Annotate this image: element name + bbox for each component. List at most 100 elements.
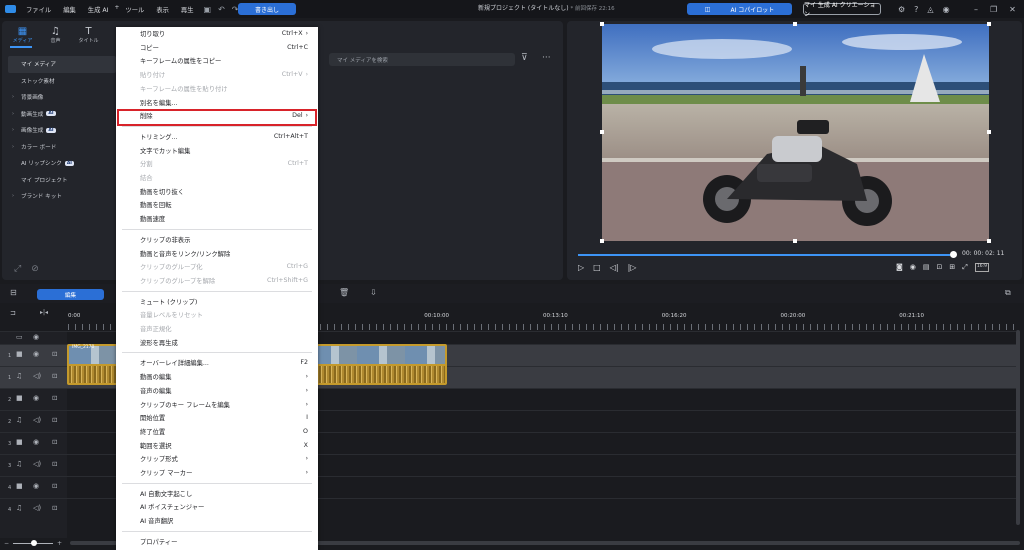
zoom-out-icon[interactable]: −: [4, 540, 9, 547]
resize-handle[interactable]: [600, 239, 604, 243]
delete-icon[interactable]: 🗑︎: [339, 288, 349, 297]
search-input[interactable]: マイ メディアを検索: [329, 53, 515, 66]
subtitle-icon[interactable]: ▤: [923, 263, 930, 272]
speaker-icon[interactable]: ◁): [33, 460, 41, 468]
lock-icon[interactable]: ⊡: [52, 438, 57, 446]
sidebar-item[interactable]: ストック素材: [8, 73, 116, 90]
menu-item[interactable]: 表示: [150, 5, 175, 14]
timeline-settings-icon[interactable]: ⊟: [10, 288, 17, 297]
sidebar-item[interactable]: マイ プロジェクト: [8, 172, 116, 189]
account-icon[interactable]: ◉: [943, 5, 950, 14]
restore-icon[interactable]: ❐: [990, 5, 997, 14]
preview-scrubber[interactable]: [578, 254, 954, 256]
context-menu-item[interactable]: プロパティー: [116, 535, 318, 548]
context-menu-item[interactable]: 別名を編集...: [116, 96, 318, 109]
expand-arrow-icon[interactable]: ›: [12, 144, 21, 150]
context-menu-item[interactable]: 動画の編集 ›: [116, 370, 318, 383]
tab-folder[interactable]: ▦ メディア: [6, 23, 39, 47]
context-menu-item[interactable]: 動画を回転: [116, 198, 318, 211]
save-icon[interactable]: ▣: [204, 5, 212, 14]
zoom-in-icon[interactable]: +: [57, 540, 62, 547]
scrubber-knob[interactable]: [950, 251, 957, 258]
context-menu-item[interactable]: 動画を切り抜く: [116, 185, 318, 198]
resize-handle[interactable]: [987, 22, 991, 26]
sidebar-item[interactable]: › ブランド キット: [8, 188, 116, 205]
eye-icon[interactable]: ◉: [33, 482, 39, 490]
export-button[interactable]: 書き出し: [238, 3, 296, 15]
context-menu-item[interactable]: コピー Ctrl+C: [116, 41, 318, 54]
eye-icon[interactable]: ◉: [33, 394, 39, 402]
fit-timeline-icon[interactable]: ▸|◂: [40, 309, 48, 316]
resize-handle[interactable]: [793, 239, 797, 243]
expand-arrow-icon[interactable]: ›: [12, 111, 21, 117]
export-frame-icon[interactable]: ⇩: [370, 288, 377, 297]
stop-icon[interactable]: □: [593, 263, 601, 272]
timeline-layout-icon[interactable]: ⧉: [1005, 288, 1011, 298]
filter-icon[interactable]: ⊽: [521, 53, 528, 63]
help-icon[interactable]: ?: [914, 5, 918, 14]
snapshot-icon[interactable]: ◙: [896, 263, 903, 272]
speaker-icon[interactable]: ◁): [33, 372, 41, 380]
minimize-icon[interactable]: –: [974, 5, 978, 14]
lock-icon[interactable]: ⊡: [52, 504, 57, 512]
undo-icon[interactable]: ↶: [218, 5, 225, 14]
remove-icon[interactable]: ⊘: [31, 264, 39, 274]
resize-handle[interactable]: [600, 22, 604, 26]
context-menu-item[interactable]: トリミング... Ctrl+Alt+T: [116, 130, 318, 143]
eye-icon[interactable]: ◉: [33, 438, 39, 446]
context-menu-item[interactable]: AI 音声翻訳: [116, 514, 318, 527]
next-frame-icon[interactable]: |▷: [628, 263, 637, 272]
context-menu-item[interactable]: 動画速度: [116, 212, 318, 225]
menu-item[interactable]: ツール: [119, 5, 150, 14]
sidebar-item[interactable]: › 背景画像: [8, 89, 116, 106]
preview-video[interactable]: [602, 24, 989, 241]
tab-music[interactable]: ♫ 音声: [39, 23, 72, 47]
resize-handle[interactable]: [793, 22, 797, 26]
aspect-ratio[interactable]: 16:9: [974, 263, 989, 272]
speaker-icon[interactable]: ◁): [33, 416, 41, 424]
speaker-icon[interactable]: ◁): [33, 504, 41, 512]
expand-arrow-icon[interactable]: ›: [12, 193, 21, 199]
sidebar-item[interactable]: AI リップシンク AI: [8, 155, 116, 172]
sidebar-item[interactable]: › 画像生成 AI: [8, 122, 116, 139]
context-menu-item[interactable]: 開始位置 I: [116, 411, 318, 424]
prev-frame-icon[interactable]: ◁|: [610, 263, 619, 272]
expand-arrow-icon[interactable]: ›: [12, 94, 21, 100]
expand-arrow-icon[interactable]: ›: [12, 127, 21, 133]
zoom-slider[interactable]: − +: [4, 540, 62, 547]
lock-icon[interactable]: ⊡: [52, 482, 57, 490]
context-menu-item[interactable]: オーバーレイ詳細編集... F2: [116, 356, 318, 369]
context-menu-item[interactable]: 切り取り Ctrl+X ›: [116, 27, 318, 40]
context-menu-item[interactable]: 動画と音声をリンク/リンク解除: [116, 247, 318, 260]
lock-icon[interactable]: ⊡: [52, 416, 57, 424]
zoom-fit-icon[interactable]: ⊡: [937, 263, 943, 272]
sidebar-item[interactable]: › 動画生成 AI: [8, 106, 116, 123]
context-menu-item[interactable]: クリップ マーカー ›: [116, 466, 318, 479]
menu-item[interactable]: 生成 AI: [82, 5, 115, 14]
play-icon[interactable]: ▷: [578, 263, 584, 272]
ai-copilot-button[interactable]: ◫ AI コパイロット: [687, 3, 792, 15]
vertical-scrollbar[interactable]: [1016, 330, 1020, 525]
notification-icon[interactable]: ◬: [927, 5, 933, 14]
lock-icon[interactable]: ⊡: [52, 460, 57, 468]
resize-handle[interactable]: [987, 130, 991, 134]
context-menu-item[interactable]: AI 自動文字起こし: [116, 487, 318, 500]
eye-icon[interactable]: ◉: [33, 350, 39, 358]
context-menu-item[interactable]: 範囲を選択 X: [116, 439, 318, 452]
menu-item[interactable]: 再生: [175, 5, 200, 14]
context-menu-item[interactable]: 音声の編集 ›: [116, 384, 318, 397]
menu-item[interactable]: ファイル: [20, 5, 57, 14]
context-menu-item[interactable]: クリップのキー フレームを編集 ›: [116, 398, 318, 411]
menu-item[interactable]: 編集: [57, 5, 82, 14]
sidebar-item[interactable]: マイ メディア: [8, 56, 116, 73]
eye-icon[interactable]: ◉: [33, 333, 39, 341]
resize-handle[interactable]: [600, 130, 604, 134]
context-menu-item[interactable]: クリップ形式 ›: [116, 452, 318, 465]
ai-creation-button[interactable]: マイ 生成 AI クリエーション: [803, 2, 881, 18]
record-icon[interactable]: ◉: [910, 263, 916, 272]
track-manager-icon[interactable]: ⊐: [10, 309, 16, 317]
context-menu-item[interactable]: クリップの非表示: [116, 233, 318, 246]
edit-button[interactable]: 編集: [37, 289, 104, 300]
settings-icon[interactable]: ⚙: [898, 5, 905, 14]
sidebar-item[interactable]: › カラー ボード: [8, 139, 116, 156]
